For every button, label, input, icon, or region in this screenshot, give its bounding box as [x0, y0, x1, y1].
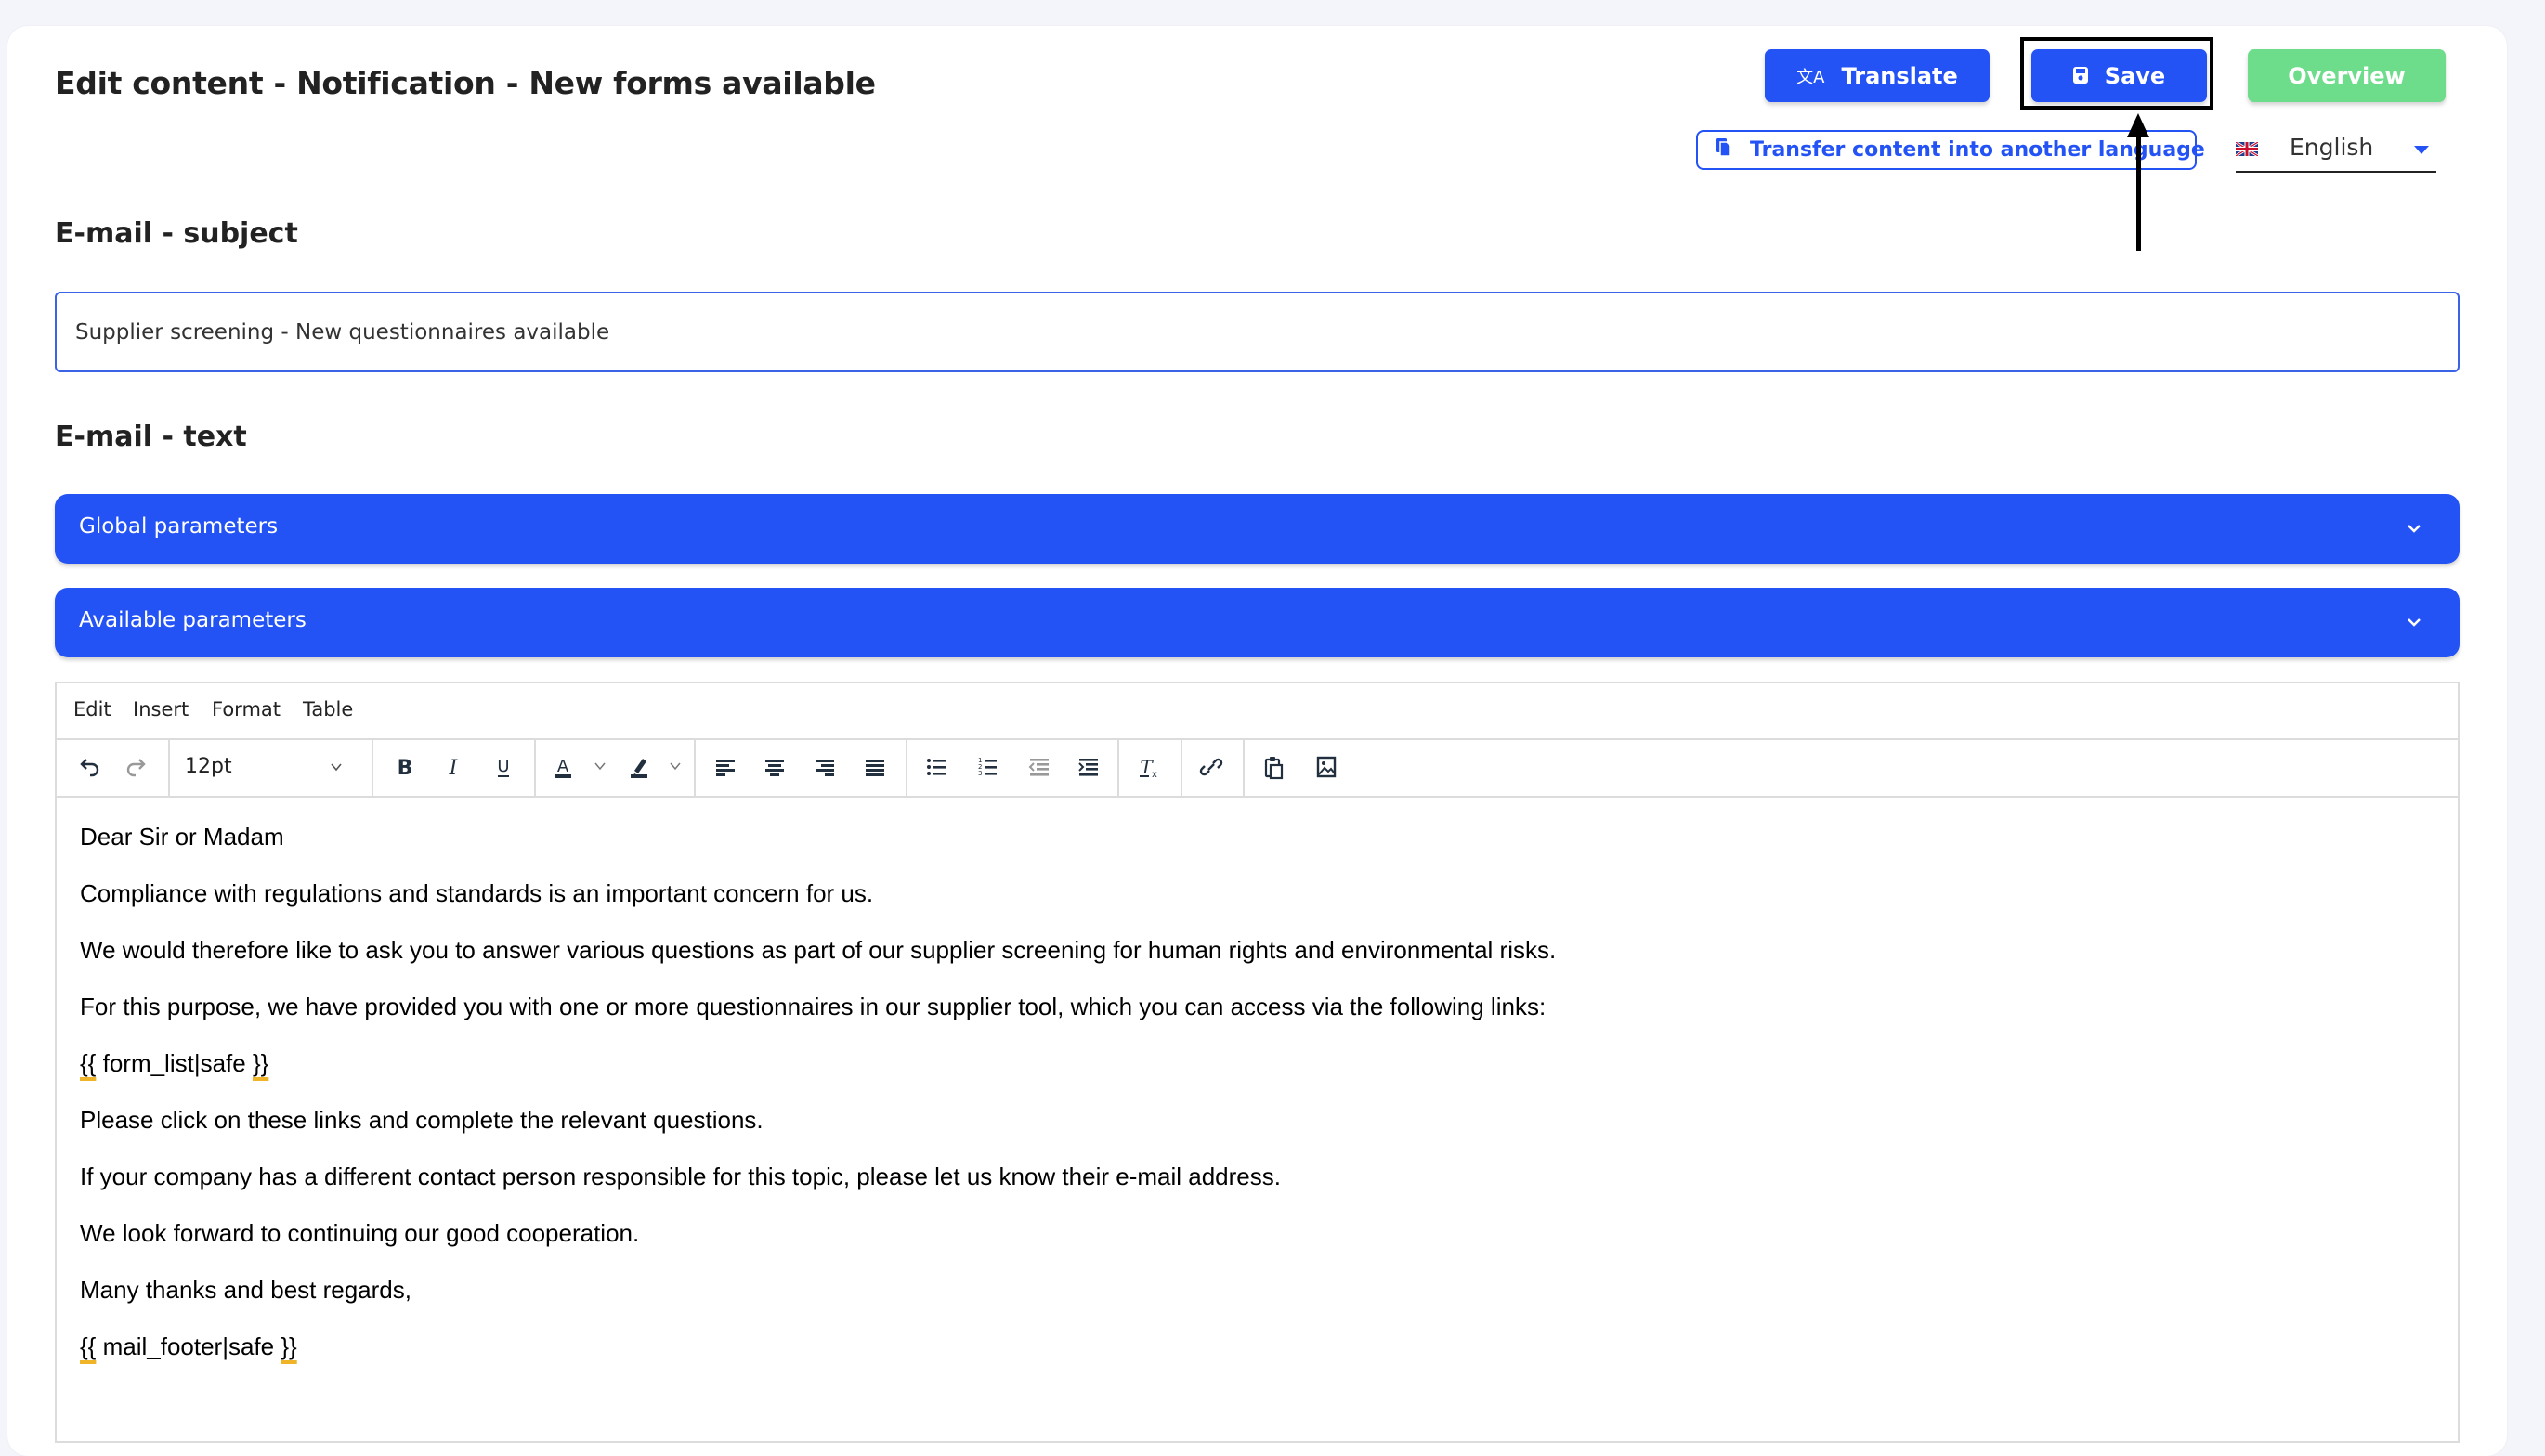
align-justify-icon[interactable] [858, 750, 892, 784]
font-size-value: 12pt [185, 755, 232, 778]
subject-heading: E-mail - subject [55, 217, 298, 250]
outdent-icon[interactable] [1023, 750, 1056, 784]
highlight-dropdown-icon[interactable] [668, 759, 683, 774]
rich-text-editor: Edit Insert Format Table 12pt B I U A 1 … [55, 682, 2460, 1443]
save-button-label: Save [2104, 62, 2166, 89]
text-color-icon[interactable]: A [546, 750, 580, 784]
annotation-arrow-head [2127, 113, 2149, 137]
underline-icon[interactable]: U [487, 750, 520, 784]
template-variable-mail-footer: {{ mail_footer|safe }} [80, 1332, 2434, 1360]
toolbar-separator [372, 738, 373, 796]
editor-menubar: Edit Insert Format Table [57, 683, 2458, 740]
paste-icon[interactable] [1257, 750, 1290, 784]
undo-icon[interactable] [73, 750, 107, 784]
menu-edit[interactable]: Edit [73, 698, 111, 721]
paragraph: Many thanks and best regards, [80, 1276, 411, 1304]
language-selected: English [2290, 134, 2374, 161]
translate-button[interactable]: 文A Translate [1765, 49, 1990, 102]
toolbar-separator [1117, 738, 1119, 796]
svg-text:x: x [1152, 770, 1157, 780]
numbered-list-icon[interactable]: 123 [971, 750, 1004, 784]
toolbar-separator [694, 738, 696, 796]
italic-icon[interactable]: I [437, 750, 470, 784]
chevron-down-icon [2408, 525, 2421, 533]
menu-format[interactable]: Format [212, 698, 281, 721]
svg-text:U: U [497, 757, 509, 776]
template-close-brace: }} [252, 1049, 269, 1077]
toolbar-separator [906, 738, 907, 796]
paragraph: If your company has a different contact … [80, 1163, 1281, 1190]
template-variable-name: mail_footer|safe [96, 1332, 281, 1360]
save-icon [2072, 63, 2088, 89]
paragraph: We would therefore like to ask you to an… [80, 936, 1557, 964]
caret-down-icon [2414, 146, 2429, 154]
toolbar-separator [1243, 738, 1245, 796]
clear-formatting-icon[interactable]: Tx [1131, 750, 1165, 784]
template-close-brace: }} [281, 1332, 297, 1360]
highlight-icon[interactable] [622, 750, 656, 784]
toolbar-separator [534, 738, 536, 796]
bold-icon[interactable]: B [388, 750, 422, 784]
translate-button-label: Translate [1841, 62, 1958, 89]
copy-file-icon [1716, 137, 1731, 162]
image-icon[interactable] [1310, 750, 1343, 784]
overview-button[interactable]: Overview [2248, 49, 2446, 102]
save-button[interactable]: Save [2031, 49, 2207, 102]
link-icon[interactable] [1194, 750, 1228, 784]
chevron-down-icon [331, 763, 342, 772]
svg-text:3: 3 [978, 770, 982, 777]
text-color-dropdown-icon[interactable] [593, 759, 607, 774]
paragraph: We look forward to continuing our good c… [80, 1219, 640, 1247]
indent-icon[interactable] [1072, 750, 1105, 784]
accordion-label: Global parameters [79, 514, 279, 539]
template-open-brace: {{ [80, 1049, 97, 1077]
editor-content[interactable]: Dear Sir or Madam Compliance with regula… [80, 823, 2434, 1389]
transfer-content-button[interactable]: Transfer content into another language [1696, 130, 2205, 170]
template-variable-name: form_list|safe [96, 1049, 253, 1077]
paragraph: For this purpose, we have provided you w… [80, 993, 1547, 1020]
overview-button-label: Overview [2288, 62, 2406, 89]
menu-table[interactable]: Table [303, 698, 353, 721]
redo-icon[interactable] [119, 750, 152, 784]
align-left-icon[interactable] [709, 750, 742, 784]
available-parameters-accordion[interactable]: Available parameters [55, 588, 2460, 657]
paragraph: Dear Sir or Madam [80, 823, 284, 851]
subject-input[interactable] [55, 292, 2460, 372]
paragraph: Please click on these links and complete… [80, 1106, 764, 1134]
template-variable-form-list: {{ form_list|safe }} [80, 1049, 2434, 1077]
accordion-label: Available parameters [79, 608, 307, 632]
bullet-list-icon[interactable] [920, 750, 953, 784]
align-right-icon[interactable] [808, 750, 842, 784]
chevron-down-icon [2408, 618, 2421, 627]
translate-icon: 文A [1796, 67, 1825, 87]
svg-text:B: B [398, 757, 413, 780]
font-size-select[interactable]: 12pt [172, 738, 348, 796]
global-parameters-accordion[interactable]: Global parameters [55, 494, 2460, 564]
align-center-icon[interactable] [758, 750, 791, 784]
uk-flag-icon [2236, 142, 2258, 156]
svg-text:A: A [557, 757, 569, 776]
menu-insert[interactable]: Insert [133, 698, 189, 721]
toolbar-separator [168, 738, 170, 796]
svg-text:I: I [449, 757, 459, 780]
toolbar-separator [1181, 738, 1182, 796]
annotation-arrow [2136, 130, 2141, 251]
language-select[interactable]: English [2236, 130, 2436, 173]
page-title: Edit content - Notification - New forms … [55, 65, 876, 101]
text-heading: E-mail - text [55, 421, 247, 453]
template-open-brace: {{ [80, 1332, 97, 1360]
editor-toolbar: 12pt B I U A 1 2 3 T x [57, 738, 2458, 798]
paragraph: Compliance with regulations and standard… [80, 879, 874, 907]
